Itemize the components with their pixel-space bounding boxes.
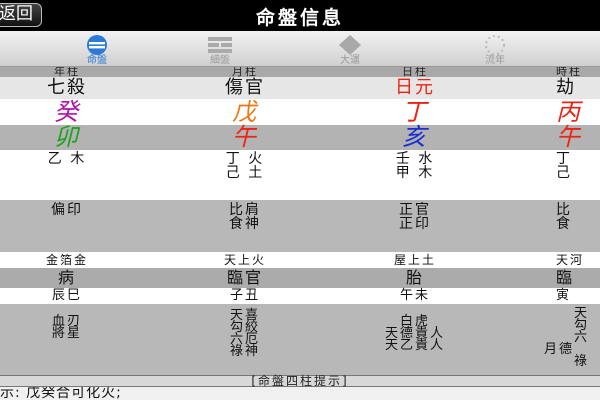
life-stage-month: 臨官 <box>226 268 263 287</box>
hint-section-title: [命盤四柱提示] <box>0 375 600 387</box>
chart-circle-icon <box>87 35 107 55</box>
hidden-gods-year: 偏印 <box>0 200 134 217</box>
hidden-stems-day: 壬 水 甲 木 <box>330 150 500 180</box>
hidden-gods-day: 正官 正印 <box>330 200 500 231</box>
ten-gods-row: 七殺 傷官 日元 劫 <box>0 77 600 99</box>
branch-month: 午 <box>232 123 258 151</box>
nayin-year: 金箔金 <box>45 253 88 267</box>
void-row: 辰巳 子丑 午未 寅 <box>0 288 600 304</box>
hidden-stem: 己 土 <box>225 165 265 181</box>
hidden-stem: 乙 木 <box>47 151 87 167</box>
stem-day: 丁 <box>402 98 428 126</box>
nayin-month: 天上火 <box>223 253 266 267</box>
ten-god-month: 傷官 <box>225 77 265 98</box>
navigation-bar: 返回 命盤信息 <box>0 0 600 31</box>
heavenly-stems-row: 癸 戊 丁 丙 <box>0 99 600 125</box>
tab-label: 大運 <box>340 55 360 66</box>
tab-luck-period[interactable]: 大運 <box>310 31 390 67</box>
segment-tab-bar: 命盤 細盤 大運 流年 <box>0 31 600 67</box>
shensha-item: 祿神 <box>229 344 260 359</box>
ten-god-day: 日元 <box>395 77 435 98</box>
hidden-stems-month: 丁 火 己 土 <box>160 150 330 180</box>
hidden-stems-hour: 丁 己 <box>540 150 600 180</box>
nayin-day: 屋上土 <box>393 253 436 267</box>
tab-chart[interactable]: 命盤 <box>57 31 137 67</box>
diamond-icon <box>339 35 361 55</box>
hidden-god: 偏印 <box>51 202 83 218</box>
void-day: 午未 <box>399 288 430 303</box>
hint-text: 示: 戊癸合可化火; <box>0 387 600 400</box>
shensha-item: 天乙貴人 <box>384 338 445 353</box>
hidden-stems-row: 乙 木 丁 火 己 土 壬 水 甲 木 丁 己 <box>0 150 600 200</box>
hidden-stem: 丁 <box>556 151 572 167</box>
nayin-row: 金箔金 天上火 屋上土 天河 <box>0 252 600 268</box>
ten-god-year: 七殺 <box>47 77 87 98</box>
header-day: 日柱 <box>402 67 428 77</box>
void-hour: 寅 <box>556 288 572 303</box>
shensha-item: 月德 <box>544 342 575 357</box>
hidden-god: 食 <box>556 216 572 232</box>
dotted-circle-icon <box>485 35 505 55</box>
hidden-god: 比 <box>556 202 572 218</box>
hidden-stem: 丁 火 <box>225 151 265 167</box>
hidden-stems-year: 乙 木 <box>0 150 134 166</box>
hidden-gods-month: 比肩 食神 <box>160 200 330 231</box>
hidden-stem: 甲 木 <box>395 165 435 181</box>
header-year: 年柱 <box>54 67 80 77</box>
shensha-item: 祿 <box>574 354 590 369</box>
earthly-branches-row: 卯 午 亥 午 <box>0 125 600 150</box>
tab-label: 細盤 <box>210 55 230 66</box>
hidden-stem: 壬 水 <box>395 151 435 167</box>
page-title: 命盤信息 <box>255 7 344 29</box>
void-year: 辰巳 <box>51 288 82 303</box>
stem-year: 癸 <box>54 98 80 126</box>
ten-god-hour: 劫 <box>556 77 576 98</box>
tab-label: 流年 <box>485 55 505 66</box>
shensha-item: 勾 <box>574 318 590 333</box>
hidden-god: 比肩 <box>229 202 261 218</box>
life-stage-day: 胎 <box>405 268 424 287</box>
void-month: 子丑 <box>229 288 260 303</box>
hidden-gods-hour: 比 食 <box>540 200 600 231</box>
shensha-item: 將星 <box>51 326 82 341</box>
shensha-year: 血刃 將星 <box>0 304 134 340</box>
tab-label: 命盤 <box>87 55 107 66</box>
shensha-row: 血刃 將星 天喜 勾絞 六厄 祿神 白虎 天德貴人 天乙貴人 天 勾 六 月德 … <box>0 304 600 375</box>
header-month: 月柱 <box>232 67 258 77</box>
shensha-day: 白虎 天德貴人 天乙貴人 <box>330 304 500 352</box>
hidden-god: 食神 <box>229 216 261 232</box>
shensha-item: 天 <box>574 306 590 321</box>
tab-annual[interactable]: 流年 <box>455 31 535 67</box>
detail-grid-icon <box>208 37 232 53</box>
header-hour: 時柱 <box>556 67 582 77</box>
tab-detail[interactable]: 細盤 <box>180 31 260 67</box>
hidden-stem: 己 <box>556 165 572 181</box>
branch-day: 亥 <box>402 123 428 151</box>
stem-hour: 丙 <box>556 98 582 126</box>
hidden-god: 正印 <box>399 216 431 232</box>
branch-hour: 午 <box>556 123 582 151</box>
nayin-hour: 天河 <box>556 253 585 267</box>
shensha-month: 天喜 勾絞 六厄 祿神 <box>160 304 330 358</box>
pillar-header-row: 年柱 月柱 日柱 時柱 <box>0 67 600 77</box>
shensha-hour: 天 勾 六 月德 祿 <box>540 304 600 368</box>
stem-month: 戊 <box>232 98 258 126</box>
life-stage-hour: 臨 <box>556 268 575 287</box>
hidden-gods-row: 偏印 比肩 食神 正官 正印 比 食 <box>0 200 600 252</box>
branch-year: 卯 <box>54 123 80 151</box>
life-stage-year: 病 <box>57 268 76 287</box>
hidden-god: 正官 <box>399 202 431 218</box>
life-stage-row: 病 臨官 胎 臨 <box>0 268 600 288</box>
